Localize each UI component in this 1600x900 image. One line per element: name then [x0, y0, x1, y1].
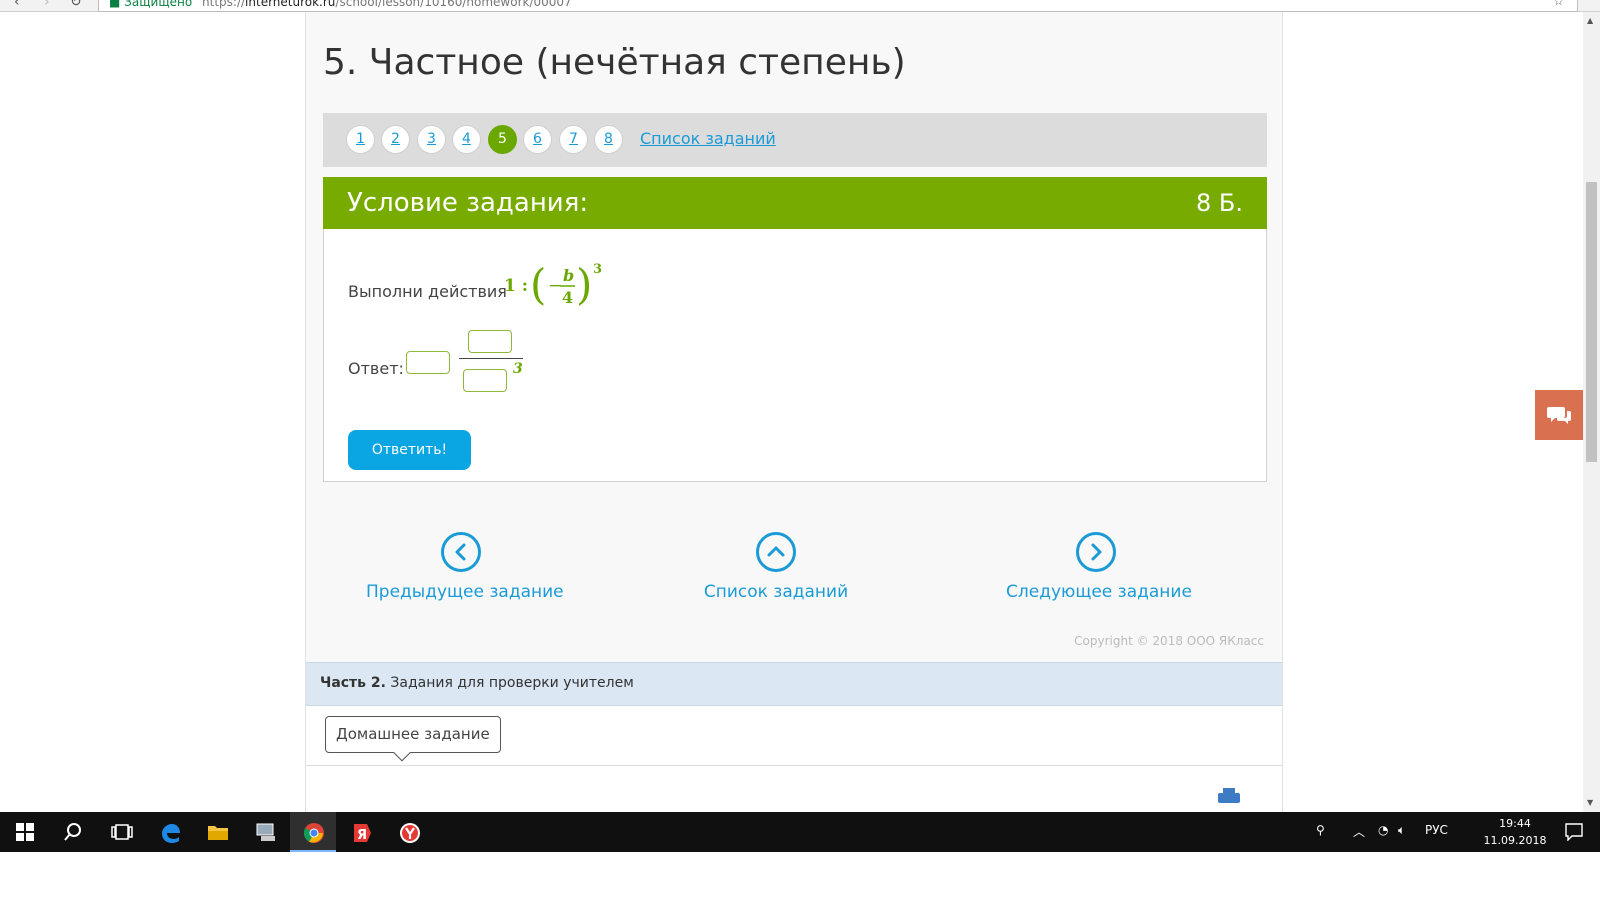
- task-number-6[interactable]: 6: [523, 125, 552, 154]
- address-bar[interactable]: ■ Защищено https://interneturok.ru/schoo…: [98, 0, 1578, 12]
- right-paren-icon: ): [576, 260, 592, 309]
- svg-text:Я: Я: [357, 828, 367, 843]
- chevron-left-icon: [441, 532, 481, 572]
- condition-body: Выполни действия 1 : ( − b 4 ) 3 Ответ: …: [323, 229, 1267, 482]
- task-list-label: Список заданий: [703, 582, 849, 602]
- chrome-icon: [303, 823, 324, 843]
- task-number-5-current[interactable]: 5: [488, 125, 517, 154]
- chevron-up-icon: [756, 532, 796, 572]
- answer-numerator-input[interactable]: [468, 330, 512, 353]
- edge-browser-icon: [162, 824, 180, 843]
- math-expression: 1 : ( − b 4 ) 3: [504, 260, 602, 309]
- search-button[interactable]: [50, 812, 96, 852]
- answer-denominator-input[interactable]: [463, 369, 507, 392]
- yandex-browser-taskbar-item[interactable]: Я: [338, 812, 384, 852]
- task-number-8[interactable]: 8: [594, 125, 623, 154]
- chrome-taskbar-item[interactable]: [290, 812, 336, 852]
- people-icon[interactable]: ⚲: [1316, 823, 1325, 837]
- homework-tab[interactable]: Домашнее задание: [325, 716, 501, 762]
- computer-icon: [256, 823, 275, 841]
- task-pagination: 1 2 3 4 5 6 7 8 Список заданий: [323, 113, 1267, 167]
- expr-denominator: 4: [562, 288, 573, 307]
- answer-exponent: 3: [513, 361, 523, 377]
- edge-taskbar-item[interactable]: [146, 812, 192, 852]
- volume-icon[interactable]: 🔈︎: [1398, 823, 1405, 838]
- answer-label: Ответ:: [348, 359, 404, 378]
- chat-icon: [1547, 407, 1571, 424]
- tab-pointer: [393, 744, 411, 762]
- windows-logo-icon: [16, 823, 34, 841]
- condition-header: Условие задания: 8 Б.: [323, 177, 1267, 229]
- folder-icon: [208, 826, 228, 840]
- task-view-icon: [111, 824, 133, 840]
- browser-toolbar: ‹ › ↻ ■ Защищено https://interneturok.ru…: [0, 0, 1600, 12]
- task-number-7[interactable]: 7: [559, 125, 588, 154]
- divider: [306, 765, 1282, 766]
- task-text: Выполни действия: [348, 282, 507, 301]
- url-text: https://interneturok.ru/school/lesson/10…: [202, 0, 572, 9]
- answer-fraction-bar: [459, 358, 523, 359]
- app-taskbar-item[interactable]: [242, 812, 288, 852]
- homework-section: Домашнее задание: [306, 706, 1282, 812]
- submit-answer-button[interactable]: Ответить!: [348, 430, 471, 470]
- prev-task-label: Предыдущее задание: [366, 582, 564, 602]
- next-task-nav[interactable]: Следующее задание: [1006, 532, 1192, 602]
- prev-task-nav[interactable]: Предыдущее задание: [366, 532, 564, 602]
- content-column: 5. Частное (нечётная степень) 1 2 3 4 5 …: [305, 12, 1283, 812]
- secure-label: Защищено: [124, 0, 193, 9]
- task-list-nav[interactable]: Список заданий: [686, 532, 866, 602]
- homework-tab-label: Домашнее задание: [336, 725, 490, 743]
- condition-title: Условие задания:: [347, 188, 589, 218]
- next-task-label: Следующее задание: [1006, 582, 1192, 602]
- task-number-4[interactable]: 4: [452, 125, 481, 154]
- forward-icon[interactable]: ›: [44, 0, 50, 10]
- points-badge: 8 Б.: [1196, 189, 1243, 217]
- clock-time: 19:44: [1499, 817, 1531, 830]
- scrollbar-thumb[interactable]: [1586, 182, 1597, 462]
- task-list-link[interactable]: Список заданий: [640, 129, 776, 148]
- network-icon[interactable]: ◔: [1378, 823, 1388, 837]
- task-number-2[interactable]: 2: [381, 125, 410, 154]
- page-scrollbar[interactable]: ▲ ▼: [1583, 12, 1600, 812]
- expr-one: 1 :: [504, 276, 528, 296]
- left-paren-icon: (: [530, 260, 546, 309]
- search-icon: [64, 823, 81, 841]
- task-view-button[interactable]: [98, 812, 144, 852]
- part2-text: Часть 2. Задания для проверки учителем: [320, 675, 634, 691]
- clock-date: 11.09.2018: [1483, 834, 1547, 847]
- screen: ‹ › ↻ ■ Защищено https://interneturok.ru…: [0, 0, 1600, 900]
- answer-coefficient-input[interactable]: [406, 351, 450, 374]
- lock-icon: ■: [109, 0, 121, 9]
- chevron-right-icon: [1076, 532, 1116, 572]
- taskbar-clock[interactable]: 19:44 11.09.2018: [1480, 815, 1550, 849]
- task-number-3[interactable]: 3: [417, 125, 446, 154]
- task-number-1[interactable]: 1: [346, 125, 375, 154]
- yandex-taskbar-item[interactable]: [386, 812, 432, 852]
- back-icon[interactable]: ‹: [14, 0, 20, 10]
- expr-exponent: 3: [593, 262, 602, 277]
- bookmark-star-icon[interactable]: ☆: [1553, 0, 1564, 8]
- expr-numerator: b: [563, 266, 574, 285]
- file-explorer-taskbar-item[interactable]: [194, 812, 240, 852]
- notifications-icon[interactable]: [1565, 823, 1583, 841]
- reload-icon[interactable]: ↻: [70, 0, 82, 10]
- chat-button[interactable]: [1535, 390, 1583, 440]
- scroll-up-icon[interactable]: ▲: [1587, 16, 1593, 25]
- yandex-browser-icon: Я: [354, 824, 371, 843]
- page-title: 5. Частное (нечётная степень): [323, 42, 906, 83]
- start-button[interactable]: [2, 812, 48, 852]
- windows-taskbar: Я ⚲ ︿ ◔ 🔈︎ РУС 19:44 11.09.2018: [0, 812, 1600, 852]
- scroll-down-icon[interactable]: ▼: [1587, 798, 1593, 807]
- copyright: Copyright © 2018 ООО ЯКласс: [1074, 634, 1264, 648]
- yandex-icon: [400, 823, 420, 843]
- print-icon[interactable]: [1216, 787, 1242, 809]
- input-language[interactable]: РУС: [1425, 823, 1448, 837]
- part2-banner: Часть 2. Задания для проверки учителем: [306, 662, 1282, 706]
- tray-chevron-up-icon[interactable]: ︿: [1353, 823, 1365, 840]
